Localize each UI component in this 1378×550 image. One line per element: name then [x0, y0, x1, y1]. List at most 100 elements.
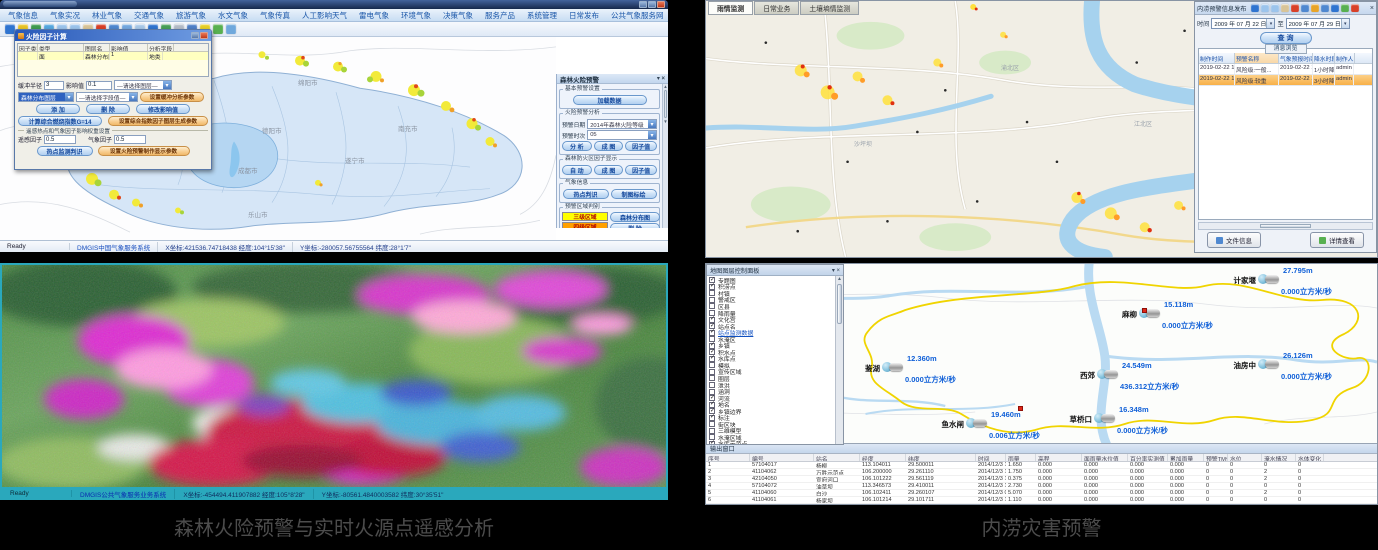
hotspot-monitor-button[interactable]: 热点监测判识 [37, 146, 93, 156]
zoom-in-icon[interactable] [1261, 4, 1269, 12]
dialog-minimize-button[interactable] [191, 32, 199, 39]
menu-item[interactable]: 雷电气象 [353, 10, 395, 21]
save-icon[interactable] [1341, 4, 1349, 12]
forest-map-button[interactable]: 森林分布图 [610, 212, 660, 222]
set-buffer-params-button[interactable]: 设置缓冲分析参数 [140, 92, 204, 102]
menu-item[interactable]: 环境气象 [395, 10, 437, 21]
detail-view-button[interactable]: 详情查看 [1310, 232, 1364, 248]
panel-titlebar[interactable]: 森林火险预警 ▾ × [557, 74, 668, 84]
menu-item[interactable]: 人工影响天气 [296, 10, 353, 21]
date-to-picker[interactable]: 2009 年 07 月 29 日 [1286, 18, 1350, 29]
stop-icon[interactable] [1351, 4, 1359, 12]
menu-item[interactable]: 气象传真 [254, 10, 296, 21]
load-data-button[interactable]: 加载数据 [573, 95, 647, 105]
map-tab[interactable]: 雨情监测 [708, 1, 753, 15]
layers-icon[interactable] [1321, 4, 1329, 12]
menu-item[interactable]: 服务产品 [479, 10, 521, 21]
make-map-button[interactable]: 成 图 [594, 141, 624, 151]
map-tab[interactable]: 日常业务 [754, 1, 799, 15]
layer-checkbox[interactable] [709, 441, 715, 444]
layer-list-scrollbar[interactable]: ▲ [835, 276, 843, 444]
output-row[interactable]: 457104072油草坝113.34657329.4100112014/12/3… [706, 483, 1377, 490]
message-row[interactable]: 2019-02-22 1...风险级:一般...2019-02-22 1...1… [1199, 64, 1372, 75]
panel-header[interactable]: 内涝预警信息发布 × [1195, 2, 1376, 15]
satellite-image[interactable] [2, 265, 666, 487]
buffer-radius-input[interactable]: 3 [44, 81, 64, 90]
layer-item[interactable]: 水库示范点 [709, 441, 833, 444]
factor-value-button-2[interactable]: 因子值 [625, 165, 657, 175]
layer-checkbox[interactable] [709, 382, 715, 388]
set-generation-params-button[interactable]: 设置综合指数因子图层生成参数 [108, 116, 208, 126]
pin-and-close-icons[interactable]: ▾ × [657, 75, 665, 82]
impact-value-input[interactable]: 0.1 [86, 81, 112, 90]
layer-checkbox[interactable] [709, 369, 715, 375]
layer-panel-titlebar[interactable]: 地图图层控制面板 ▾ × [707, 265, 843, 276]
window-icon[interactable] [1301, 4, 1309, 12]
chart-icon[interactable] [1331, 4, 1339, 12]
dialog-close-button[interactable] [200, 32, 208, 39]
back-icon[interactable] [213, 24, 223, 34]
delete-button[interactable]: 删 除 [610, 223, 660, 228]
output-row[interactable]: 342104050宣府河口106.10122229.5611192014/12/… [706, 476, 1377, 483]
refresh-icon[interactable] [1311, 4, 1319, 12]
add-button[interactable]: 添 加 [36, 104, 80, 114]
output-row[interactable]: 541104060白沙106.10241129.2601072014/12/3 … [706, 490, 1377, 497]
layer-checkbox[interactable] [709, 297, 715, 303]
selected-layer-select[interactable]: 森林分布图层 [18, 92, 74, 102]
output-panel-title[interactable]: 输出窗口 [706, 444, 1377, 454]
modify-impact-button[interactable]: 修改影响值 [136, 104, 190, 114]
output-row[interactable]: 157104017杨柳113.10401129.5000112014/12/3 … [706, 462, 1377, 469]
window-titlebar[interactable] [0, 0, 668, 9]
dialog-titlebar[interactable]: 火险因子计算 [15, 30, 211, 41]
menu-item[interactable]: 日常发布 [563, 10, 605, 21]
warning-date-select[interactable]: 2014年森林火险等级 [587, 119, 657, 129]
zoom-out-icon[interactable] [1271, 4, 1279, 12]
factor-row[interactable]: 面森林分布图1地类 [18, 52, 208, 60]
file-info-button[interactable]: 文件信息 [1207, 232, 1261, 248]
output-row[interactable]: 641104061杨家坝106.10121429.1017112014/12/3… [706, 497, 1377, 504]
menu-item[interactable]: 气象实况 [44, 10, 86, 21]
rs-factor-input[interactable]: 0.5 [44, 135, 76, 144]
layer-checkbox[interactable] [709, 362, 715, 368]
output-row[interactable]: 241104062万胜示范点106.20000029.2611102014/12… [706, 469, 1377, 476]
panel-close-icon[interactable]: × [1370, 5, 1374, 12]
image-icon[interactable] [226, 24, 236, 34]
wx-factor-input[interactable]: 0.5 [114, 135, 146, 144]
panel-scrollbar[interactable]: ▲▼ [662, 84, 668, 228]
layer-checkbox[interactable] [709, 421, 715, 427]
globe-icon[interactable] [1251, 4, 1259, 12]
panel-horizontal-scrollbar[interactable] [1198, 222, 1373, 230]
remove-button[interactable]: 删 除 [86, 104, 130, 114]
delete-icon[interactable] [1291, 4, 1299, 12]
set-display-params-button[interactable]: 设置火险预警制作显示参数 [98, 146, 190, 156]
collapse-and-close-icons[interactable]: ▾ × [832, 267, 840, 274]
layer-checkbox[interactable] [709, 356, 715, 362]
layer-checkbox[interactable] [709, 375, 715, 381]
warning-time-select[interactable]: 05 [587, 130, 657, 140]
close-button[interactable] [657, 1, 665, 8]
plot-button[interactable]: 制图标绘 [611, 189, 657, 199]
menu-item[interactable]: 林业气象 [86, 10, 128, 21]
menu-item[interactable]: 决策气象 [437, 10, 479, 21]
pan-hand-icon[interactable] [1281, 4, 1289, 12]
layer-checkbox[interactable] [709, 303, 715, 309]
calc-index-button[interactable]: 计算综合燃烧指数G=14 [18, 116, 102, 126]
layer-checkbox[interactable] [709, 428, 715, 434]
minimize-button[interactable] [639, 1, 647, 8]
make-map-button-2[interactable]: 成 图 [594, 165, 624, 175]
field-value-select[interactable]: —请选择字段值— [76, 92, 138, 102]
factor-table[interactable]: 因子类别类型图层名影响值分析字段 面森林分布图1地类 [17, 43, 209, 77]
menu-item[interactable]: 气象信息 [2, 10, 44, 21]
map-tab[interactable]: 土壤墒情监测 [800, 1, 859, 15]
factor-value-button[interactable]: 因子值 [625, 141, 657, 151]
layer-checkbox[interactable] [709, 284, 715, 290]
menu-item[interactable]: 公共气象服务网 [605, 10, 670, 21]
maximize-button[interactable] [648, 1, 656, 8]
auto-button[interactable]: 自 动 [562, 165, 592, 175]
layer-select[interactable]: —请选择图层— [114, 80, 172, 90]
message-row[interactable]: 2019-02-22 1...风险级:较重2019-02-22 1...3小时降… [1199, 75, 1372, 86]
menu-item[interactable]: 旅游气象 [170, 10, 212, 21]
layer-checkbox[interactable] [709, 330, 715, 336]
query-button[interactable]: 查 询 [1260, 32, 1312, 44]
menu-item[interactable]: 系统管理 [521, 10, 563, 21]
